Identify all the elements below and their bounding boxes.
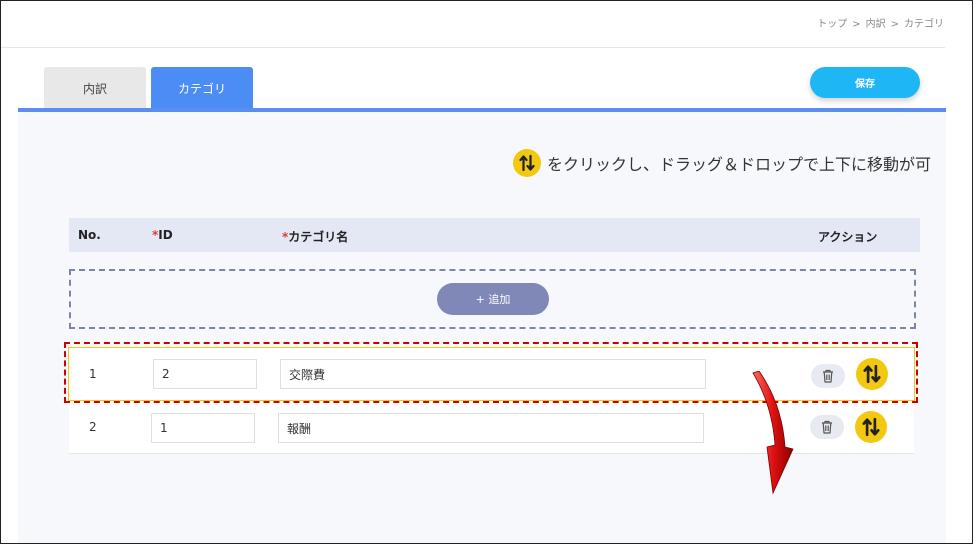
app-window: トップ > 内訳 > カテゴリ 内訳 カテゴリ 保存 をクリックし、ドラッグ＆ドロップで… — [0, 0, 973, 544]
sort-arrows-icon — [513, 149, 541, 177]
add-drop-zone: + 追加 — [69, 269, 916, 329]
drag-handle[interactable] — [855, 411, 887, 443]
add-button[interactable]: + 追加 — [437, 283, 549, 315]
delete-button[interactable] — [811, 364, 845, 388]
drag-hint-text: をクリックし、ドラッグ＆ドロップで上下に移動が可 — [547, 155, 932, 174]
trash-icon — [822, 420, 832, 434]
drag-handle[interactable] — [856, 358, 888, 390]
sort-arrows-icon — [863, 364, 881, 384]
row-number: 1 — [89, 367, 97, 381]
category-name-input[interactable] — [280, 359, 706, 389]
row-number: 2 — [89, 420, 97, 434]
id-input[interactable] — [151, 413, 255, 443]
drag-hint: をクリックし、ドラッグ＆ドロップで上下に移動が可 — [513, 149, 931, 177]
id-input[interactable] — [153, 359, 257, 389]
header-no: No. — [78, 228, 101, 242]
header-id-label: ID — [158, 228, 173, 242]
sort-arrows-icon — [862, 417, 880, 437]
trash-icon — [823, 369, 833, 383]
table-header: No. *ID *カテゴリ名 アクション — [69, 218, 920, 252]
header-action: アクション — [818, 230, 878, 244]
category-name-input[interactable] — [278, 413, 704, 443]
delete-button[interactable] — [810, 415, 844, 439]
header-id: *ID — [152, 228, 173, 242]
drag-down-arrow-icon — [752, 371, 794, 495]
header-name-label: カテゴリ名 — [288, 230, 349, 244]
header-category-name: *カテゴリ名 — [282, 228, 348, 245]
